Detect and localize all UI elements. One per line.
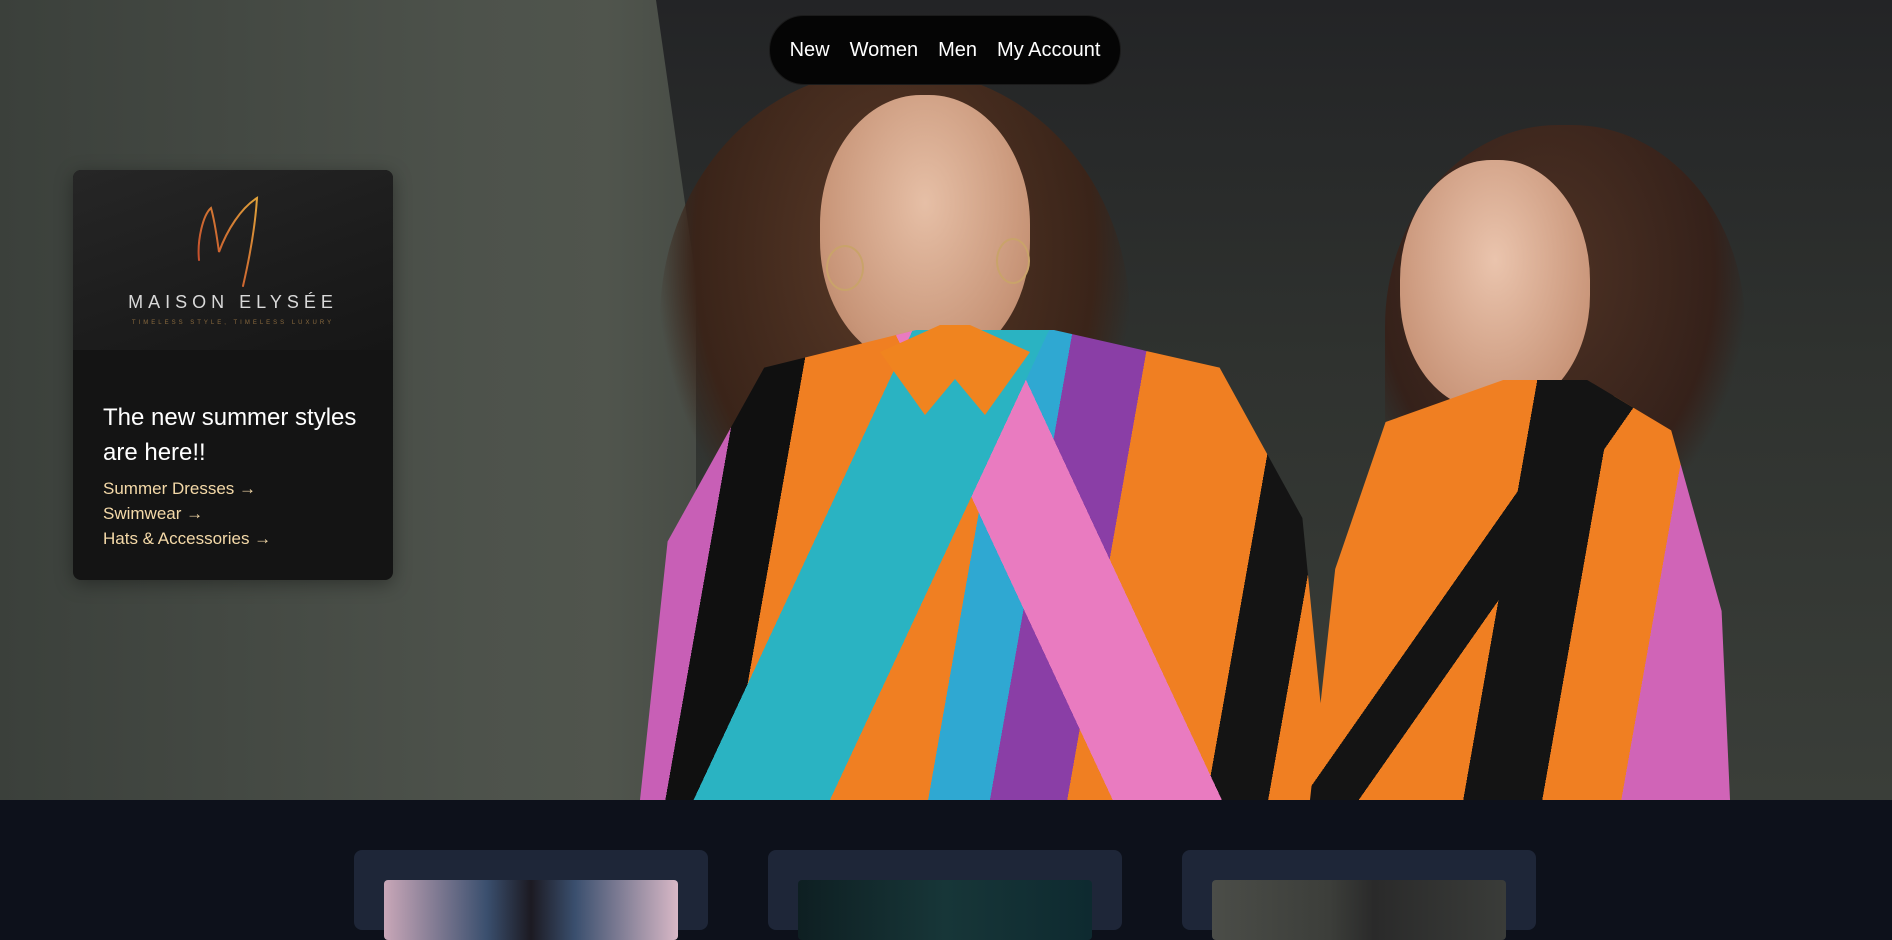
link-swimwear[interactable]: Swimwear → <box>103 501 363 526</box>
brand-name: MAISON ELYSÉE <box>128 292 338 312</box>
nav-new[interactable]: New <box>790 39 830 62</box>
earring-right <box>996 238 1030 284</box>
brand-logo-area: MAISON ELYSÉE TIMELESS STYLE, TIMELESS L… <box>73 170 393 350</box>
nav-women[interactable]: Women <box>850 39 919 62</box>
brand-tagline: TIMELESS STYLE, TIMELESS LUXURY <box>131 320 335 326</box>
nav-men[interactable]: Men <box>938 39 977 62</box>
product-card[interactable] <box>768 850 1122 940</box>
brand-monogram-icon <box>197 196 259 287</box>
model-right-face <box>1400 160 1590 410</box>
earring-left <box>826 245 864 291</box>
promo-card: MAISON ELYSÉE TIMELESS STYLE, TIMELESS L… <box>73 170 393 580</box>
product-image <box>798 880 1092 940</box>
nav-my-account[interactable]: My Account <box>997 39 1100 62</box>
model-left-face <box>820 95 1030 365</box>
product-card[interactable] <box>354 850 708 940</box>
promo-headline: The new summer styles are here!! <box>103 404 357 466</box>
main-nav: New Women Men My Account <box>769 15 1121 85</box>
link-hats-accessories[interactable]: Hats & Accessories → <box>103 526 363 551</box>
product-card[interactable] <box>1182 850 1536 940</box>
product-image <box>384 880 678 940</box>
promo-body: The new summer styles are here!! Summer … <box>73 350 393 551</box>
product-image <box>1212 880 1506 940</box>
link-summer-dresses[interactable]: Summer Dresses → <box>103 476 363 501</box>
promo-links: Summer Dresses → Swimwear → Hats & Acces… <box>103 476 363 551</box>
